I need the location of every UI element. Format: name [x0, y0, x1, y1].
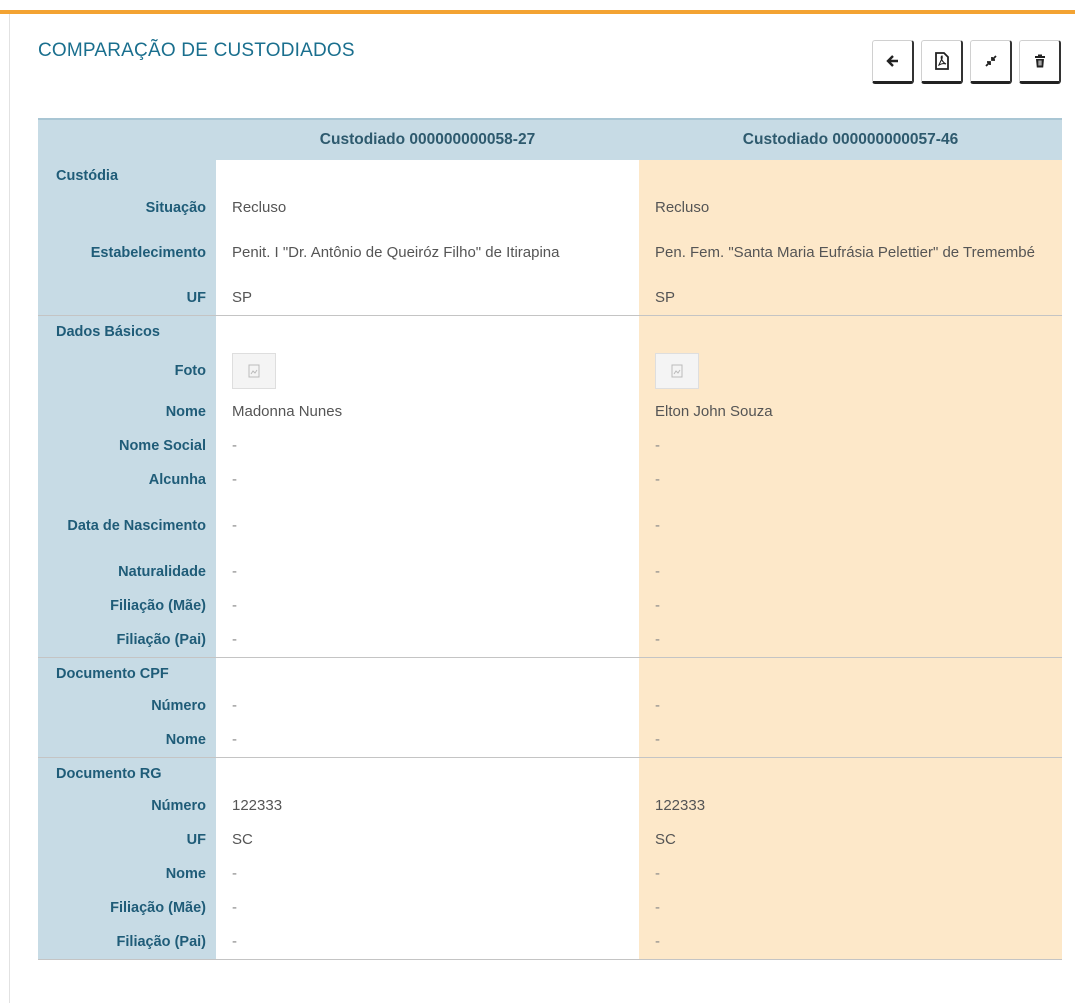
- row-label: Número: [38, 689, 216, 723]
- row-label: Nome: [38, 395, 216, 429]
- value-custodiado-2: -: [639, 429, 1062, 463]
- value-custodiado-2: -: [639, 555, 1062, 589]
- delete-button[interactable]: [1019, 40, 1061, 84]
- row-label: Nome: [38, 857, 216, 891]
- toolbar: [872, 40, 1061, 84]
- value-custodiado-1: -: [216, 555, 639, 589]
- row-label: Nome Social: [38, 429, 216, 463]
- value-custodiado-2: -: [639, 589, 1062, 623]
- section-documento-cpf: Documento CPF Número - - Nome - -: [38, 657, 1062, 758]
- value-custodiado-2: SC: [639, 823, 1062, 857]
- header-corner: [38, 118, 216, 160]
- section-custodia: Custódia Situação Recluso Recluso Estabe…: [38, 160, 1062, 316]
- value-custodiado-1: Recluso: [216, 191, 639, 225]
- section-title: Documento CPF: [38, 657, 216, 689]
- value-custodiado-2: Recluso: [639, 191, 1062, 225]
- value-custodiado-2: -: [639, 891, 1062, 925]
- value-custodiado-2: -: [639, 925, 1062, 960]
- value-custodiado-1: -: [216, 589, 639, 623]
- top-accent-bar: [0, 0, 1075, 14]
- value-custodiado-1: -: [216, 623, 639, 658]
- export-pdf-button[interactable]: [921, 40, 963, 84]
- value-custodiado-1: -: [216, 463, 639, 497]
- value-custodiado-1: -: [216, 429, 639, 463]
- row-label: Data de Nascimento: [38, 497, 216, 555]
- row-label: Número: [38, 789, 216, 823]
- value-custodiado-1: -: [216, 857, 639, 891]
- value-custodiado-1: Madonna Nunes: [216, 395, 639, 429]
- section-documento-rg: Documento RG Número 122333 122333 UF SC …: [38, 757, 1062, 960]
- value-custodiado-1: -: [216, 689, 639, 723]
- value-custodiado-2: -: [639, 463, 1062, 497]
- compress-icon: [984, 54, 998, 68]
- value-custodiado-1: -: [216, 497, 639, 555]
- value-custodiado-2: Pen. Fem. "Santa Maria Eufrásia Pelettie…: [639, 225, 1062, 281]
- column-header-custodiado-2: Custodiado 000000000057-46: [639, 118, 1062, 160]
- row-label: Nome: [38, 723, 216, 758]
- row-label: UF: [38, 823, 216, 857]
- row-label: Situação: [38, 191, 216, 225]
- photo-placeholder-icon[interactable]: [232, 353, 276, 389]
- row-label: Filiação (Pai): [38, 623, 216, 658]
- value-custodiado-1: -: [216, 925, 639, 960]
- value-custodiado-1: -: [216, 891, 639, 925]
- value-custodiado-1: 122333: [216, 789, 639, 823]
- arrow-left-icon: [885, 54, 900, 68]
- section-title: Documento RG: [38, 757, 216, 789]
- section-title: Custódia: [38, 160, 216, 191]
- row-label: Foto: [38, 347, 216, 395]
- section-dados-basicos: Dados Básicos Foto Nome Madonna Nunes El…: [38, 315, 1062, 658]
- value-custodiado-1: SC: [216, 823, 639, 857]
- value-custodiado-1: -: [216, 723, 639, 758]
- value-custodiado-2: 122333: [639, 789, 1062, 823]
- back-button[interactable]: [872, 40, 914, 84]
- value-custodiado-2: SP: [639, 281, 1062, 316]
- merge-button[interactable]: [970, 40, 1012, 84]
- row-label: Filiação (Mãe): [38, 589, 216, 623]
- file-pdf-icon: [934, 52, 950, 70]
- value-custodiado-2: Elton John Souza: [639, 395, 1062, 429]
- value-custodiado-1: SP: [216, 281, 639, 316]
- photo-placeholder-icon[interactable]: [655, 353, 699, 389]
- row-label: Naturalidade: [38, 555, 216, 589]
- value-custodiado-2: -: [639, 689, 1062, 723]
- row-label: Estabelecimento: [38, 225, 216, 281]
- value-custodiado-2: -: [639, 857, 1062, 891]
- value-custodiado-1: Penit. I "Dr. Antônio de Queiróz Filho" …: [216, 225, 639, 281]
- column-header-custodiado-1: Custodiado 000000000058-27: [216, 118, 639, 160]
- value-custodiado-2: -: [639, 723, 1062, 758]
- row-label: Filiação (Pai): [38, 925, 216, 960]
- page-title: COMPARAÇÃO DE CUSTODIADOS: [38, 40, 355, 61]
- row-label: UF: [38, 281, 216, 316]
- value-custodiado-2: -: [639, 497, 1062, 555]
- row-label: Filiação (Mãe): [38, 891, 216, 925]
- value-custodiado-2: -: [639, 623, 1062, 658]
- comparison-table: Custodiado 000000000058-27 Custodiado 00…: [38, 118, 1062, 960]
- trash-icon: [1034, 54, 1046, 68]
- section-title: Dados Básicos: [38, 315, 216, 347]
- row-label: Alcunha: [38, 463, 216, 497]
